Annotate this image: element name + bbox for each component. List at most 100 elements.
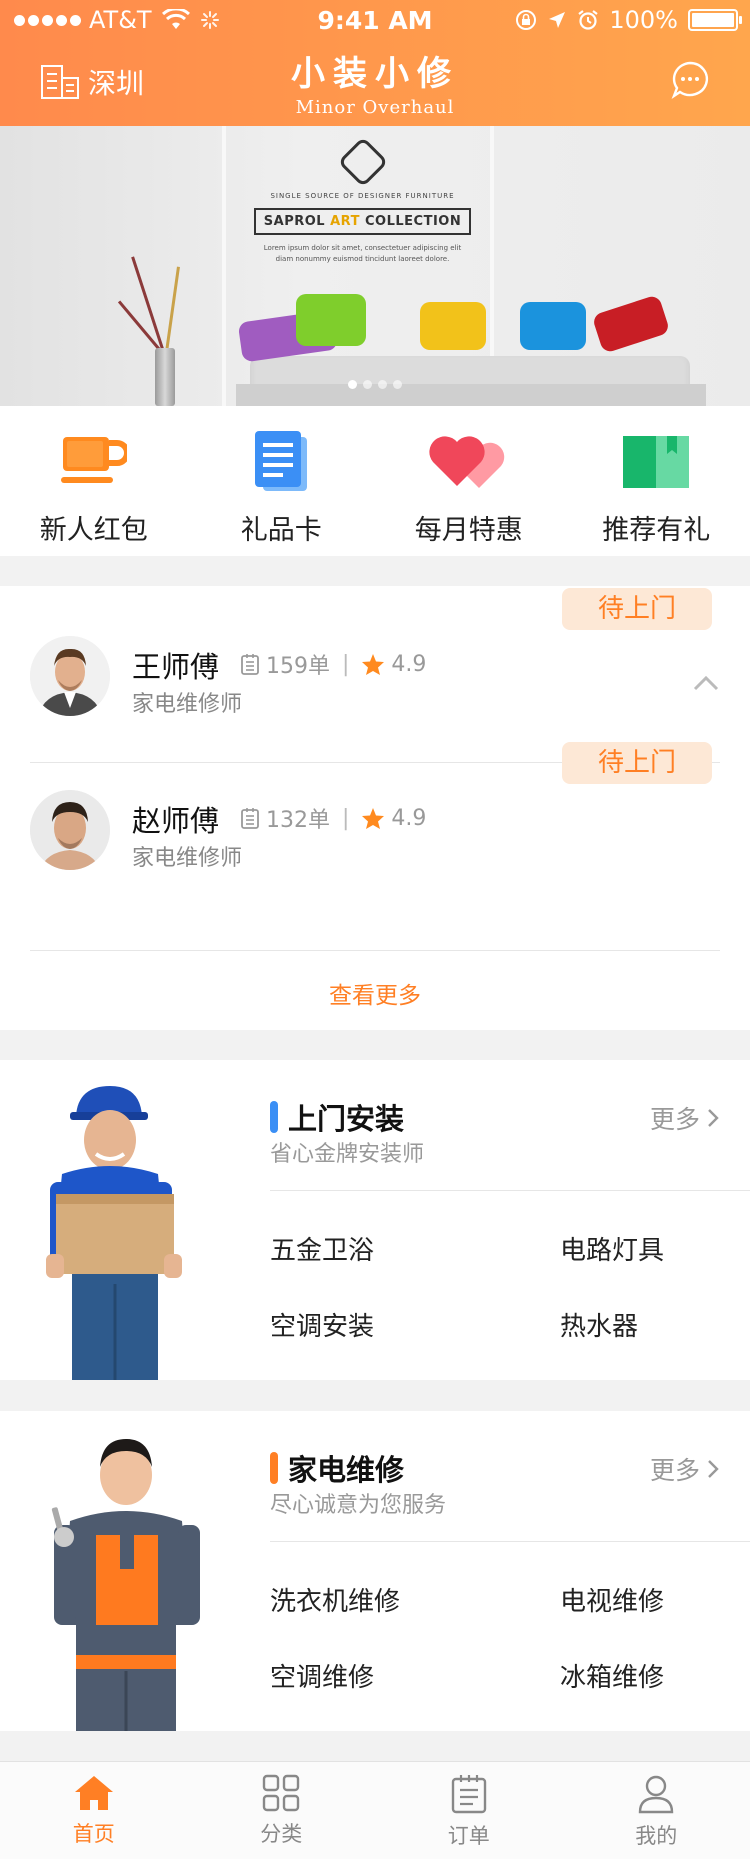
service-item[interactable]: 洗衣机维修: [270, 1581, 400, 1618]
order-list-icon: [241, 808, 259, 829]
service-item[interactable]: 空调安装: [270, 1306, 374, 1343]
sofa-pillow-blue: [520, 302, 586, 350]
section-title-text: 家电维修: [288, 1453, 405, 1487]
quick-item-new-user-redpacket[interactable]: 新人红包: [0, 406, 188, 556]
avatar: [30, 636, 110, 716]
quick-item-gift-card[interactable]: 礼品卡: [188, 406, 376, 556]
tab-label: 订单: [447, 1824, 490, 1848]
service-section-installation: 上门安装 省心金牌安装师 更多 五金卫浴 电路灯具 空调安装 热水器: [0, 1060, 750, 1380]
app-header: AT&T 9:41 AM 100% 深圳 小装小修 Minor Overhaul: [0, 0, 750, 126]
pager-dot[interactable]: [348, 380, 357, 389]
view-more-link[interactable]: 查看更多: [0, 976, 750, 1010]
app-logo: 小装小修 Minor Overhaul: [0, 46, 750, 118]
service-item[interactable]: 五金卫浴: [270, 1230, 374, 1267]
tab-profile[interactable]: 我的: [563, 1762, 750, 1859]
technician-stats: 159单 | 4.9: [240, 648, 426, 680]
section-title-text: 上门安装: [288, 1102, 405, 1136]
brand-collection-title: SAPROL ART COLLECTION: [253, 208, 472, 235]
technician-name: 赵师傅: [132, 804, 220, 838]
section-title: 上门安装: [270, 1096, 404, 1138]
tab-label: 首页: [72, 1822, 115, 1846]
tab-label: 分类: [260, 1822, 303, 1846]
list-divider: [30, 950, 720, 951]
brand-tagline: SINGLE SOURCE OF DESIGNER FURNITURE: [270, 192, 455, 200]
service-item[interactable]: 热水器: [560, 1306, 638, 1343]
cup-icon: [60, 430, 127, 494]
battery-percent: 100%: [609, 6, 678, 34]
brand-suffix: COLLECTION: [359, 214, 462, 229]
book-icon: [621, 430, 691, 494]
technician-list: 待上门 王师傅 159单 | 4.9 家电维修师 待上门 赵师傅 132单 | …: [0, 586, 750, 1030]
stats-separator: |: [342, 651, 350, 677]
quick-item-label: 新人红包: [39, 515, 148, 546]
order-list-icon: [451, 1775, 486, 1814]
alarm-icon: [578, 10, 599, 30]
avatar: [30, 790, 110, 870]
message-button[interactable]: [670, 60, 710, 104]
banner-brand-block: SINGLE SOURCE OF DESIGNER FURNITURE SAPR…: [250, 136, 475, 265]
wall-panel-divider: [222, 126, 226, 406]
chat-bubble-icon: [671, 61, 709, 100]
sofa-pillow-yellow: [420, 302, 486, 350]
tab-home[interactable]: 首页: [0, 1762, 188, 1859]
promo-banner[interactable]: SINGLE SOURCE OF DESIGNER FURNITURE SAPR…: [0, 126, 750, 406]
brand-prefix: SAPROL: [263, 214, 331, 229]
technician-role: 家电维修师: [132, 692, 243, 717]
section-subtitle: 省心金牌安装师: [270, 1142, 425, 1167]
collapse-button[interactable]: [692, 674, 720, 696]
star-icon: [362, 653, 385, 675]
section-title: 家电维修: [270, 1447, 404, 1489]
status-badge: 待上门: [562, 742, 712, 784]
technician-stats: 132单 | 4.9: [240, 802, 426, 834]
logo-english: Minor Overhaul: [295, 97, 455, 118]
status-bar: AT&T 9:41 AM 100%: [0, 0, 750, 40]
bottom-tab-bar: 首页 分类 订单 我的: [0, 1761, 750, 1859]
section-more-button[interactable]: 更多: [650, 1100, 720, 1136]
quick-item-monthly-deals[interactable]: 每月特惠: [375, 406, 563, 556]
service-item[interactable]: 空调维修: [270, 1657, 374, 1694]
battery-icon: [688, 9, 742, 31]
rating: 4.9: [391, 651, 427, 677]
order-list-icon: [241, 654, 259, 675]
pager-dot[interactable]: [378, 380, 387, 389]
home-icon: [74, 1776, 113, 1810]
delivery-worker-image: [40, 1074, 230, 1380]
service-section-appliance-repair: 家电维修 尽心诚意为您服务 更多 洗衣机维修 电视维修 空调维修 冰箱维修: [0, 1411, 750, 1731]
sofa-pillow-green: [296, 294, 366, 346]
order-count: 132单: [266, 808, 330, 833]
location-arrow-icon: [549, 12, 566, 28]
section-more-button[interactable]: 更多: [650, 1451, 720, 1487]
order-count: 159单: [266, 654, 330, 679]
pager-dot[interactable]: [363, 380, 372, 389]
chevron-right-icon: [708, 1460, 719, 1478]
status-right-group: 100%: [515, 6, 742, 34]
tab-category[interactable]: 分类: [188, 1762, 376, 1859]
service-item[interactable]: 冰箱维修: [560, 1657, 664, 1694]
section-divider: [270, 1541, 750, 1542]
quick-item-referral-reward[interactable]: 推荐有礼: [563, 406, 750, 556]
star-icon: [362, 807, 385, 829]
title-accent-bar: [270, 1452, 278, 1484]
status-badge: 待上门: [562, 588, 712, 630]
section-more-label: 更多: [649, 1105, 700, 1134]
service-item[interactable]: 电视维修: [560, 1581, 664, 1618]
quick-menu: 新人红包 礼品卡 每月特惠 推荐有礼: [0, 406, 750, 556]
user-icon: [639, 1775, 674, 1814]
brand-description: Lorem ipsum dolor sit amet, consectetuer…: [263, 244, 462, 263]
quick-item-label: 每月特惠: [414, 515, 523, 546]
chevron-up-icon: [693, 675, 719, 691]
section-divider: [270, 1190, 750, 1191]
stats-separator: |: [342, 805, 350, 831]
pager-dot[interactable]: [393, 380, 402, 389]
brand-logo-icon: [337, 136, 388, 188]
heart-icon: [427, 430, 511, 494]
tab-orders[interactable]: 订单: [375, 1762, 563, 1859]
service-item[interactable]: 电路灯具: [560, 1230, 664, 1267]
brand-art: ART: [330, 214, 360, 229]
rotation-lock-icon: [516, 10, 537, 30]
technician-card[interactable]: 待上门 赵师傅 132单 | 4.9 家电维修师: [0, 740, 750, 922]
vase-decoration: [155, 348, 175, 406]
section-subtitle: 尽心诚意为您服务: [270, 1493, 447, 1518]
chevron-right-icon: [708, 1109, 719, 1127]
document-icon: [253, 430, 309, 494]
